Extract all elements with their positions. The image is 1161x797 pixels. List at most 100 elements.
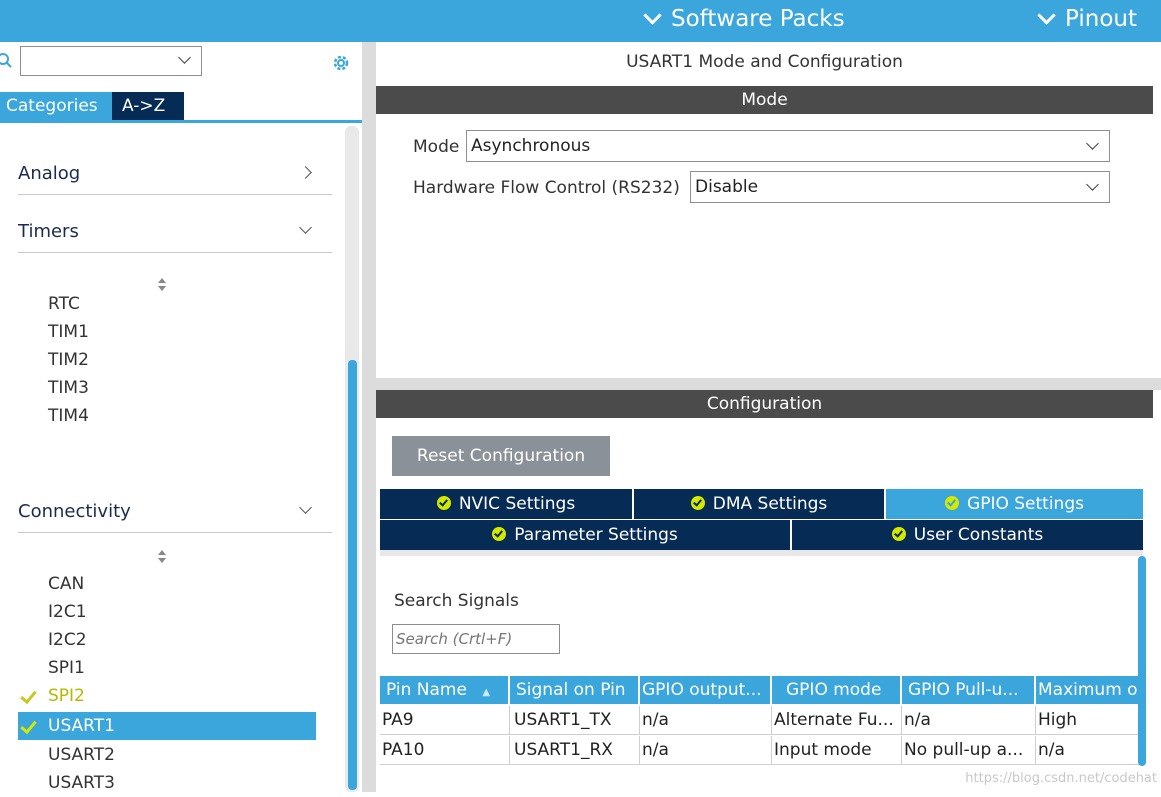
search-signals-label: Search Signals: [394, 591, 519, 611]
check-circle-icon: [690, 496, 705, 510]
tab-dma-settings[interactable]: DMA Settings: [634, 489, 886, 519]
left-category-panel: Categories A->Z Analog Timers RTC TIM1 T…: [0, 42, 362, 793]
col-header-pin-name[interactable]: Pin Name ▲: [380, 676, 510, 704]
search-signals-input[interactable]: [392, 624, 560, 654]
timers-item-rtc[interactable]: RTC: [48, 290, 80, 318]
chevron-down-icon: [178, 51, 191, 64]
cell-pin-name: PA10: [380, 736, 510, 764]
sort-icon[interactable]: [157, 550, 167, 566]
chevron-down-icon: [643, 5, 662, 25]
search-icon[interactable]: [0, 52, 14, 70]
section-splitter[interactable]: [376, 378, 1161, 390]
checkmark-icon: [20, 716, 37, 735]
mode-select-value: Asynchronous: [471, 136, 591, 156]
top-menu-bar: Software Packs Pinout: [0, 0, 1161, 42]
category-analog-label: Analog: [18, 163, 81, 184]
connectivity-item-spi2[interactable]: SPI2: [18, 682, 85, 710]
col-header-gpio-output[interactable]: GPIO output...: [640, 676, 772, 704]
check-circle-icon: [492, 527, 507, 541]
cell-maximum: n/a: [1038, 740, 1065, 760]
cell-gpio-mode: Input mode: [772, 736, 902, 764]
cell-maximum: High: [1038, 710, 1078, 730]
cell-signal: USART1_RX: [510, 736, 640, 764]
configuration-header: Configuration: [376, 390, 1153, 418]
col-header-gpio-pull[interactable]: GPIO Pull-u...: [902, 676, 1036, 704]
tab-user-constants[interactable]: User Constants: [792, 520, 1143, 550]
tab-gpio-settings[interactable]: GPIO Settings: [886, 489, 1143, 519]
check-circle-icon: [891, 527, 906, 541]
sort-icon[interactable]: [157, 278, 167, 294]
tab-categories[interactable]: Categories: [0, 92, 112, 120]
category-timers-label: Timers: [18, 221, 79, 242]
software-packs-menu[interactable]: Software Packs: [643, 5, 845, 32]
panel-splitter[interactable]: [362, 42, 376, 792]
panel-title: USART1 Mode and Configuration: [626, 52, 903, 72]
cell-signal: USART1_TX: [510, 706, 640, 734]
category-timers[interactable]: Timers: [18, 212, 332, 253]
tab-underline: [0, 120, 362, 123]
tab-parameter-settings[interactable]: Parameter Settings: [380, 520, 792, 550]
check-circle-icon: [945, 496, 960, 510]
connectivity-item-spi1[interactable]: SPI1: [48, 654, 85, 682]
tab-a-to-z[interactable]: A->Z: [112, 92, 184, 120]
hwflow-select[interactable]: Disable: [690, 171, 1110, 203]
connectivity-item-spi2-label: SPI2: [48, 686, 85, 706]
hwflow-select-value: Disable: [695, 177, 759, 197]
connectivity-item-usart2[interactable]: USART2: [48, 741, 115, 769]
gpio-scrollbar-thumb[interactable]: [1138, 556, 1146, 766]
mode-select[interactable]: Asynchronous: [466, 130, 1110, 162]
reset-configuration-button[interactable]: Reset Configuration: [392, 436, 610, 476]
check-circle-icon: [436, 496, 451, 510]
sort-icon: ▲: [482, 687, 491, 698]
checkmark-icon: [20, 686, 37, 705]
col-header-signal-on-pin[interactable]: Signal on Pin: [510, 676, 640, 704]
timers-item-tim1[interactable]: TIM1: [48, 318, 89, 346]
software-packs-label: Software Packs: [671, 6, 845, 32]
cell-pin-name: PA9: [380, 706, 510, 734]
category-connectivity-label: Connectivity: [18, 501, 131, 522]
tab-strip-gap: [380, 550, 1143, 556]
chevron-down-icon: [1086, 178, 1099, 191]
chevron-down-icon: [1037, 5, 1056, 25]
tab-nvic-settings-label: NVIC Settings: [458, 494, 576, 514]
pinout-label: Pinout: [1065, 6, 1137, 32]
col-header-gpio-mode[interactable]: GPIO mode: [772, 676, 902, 704]
chevron-down-icon: [1086, 137, 1099, 150]
search-combo[interactable]: [20, 46, 202, 76]
col-header-pin-name-label: Pin Name: [386, 680, 467, 700]
chevron-down-icon: [299, 221, 312, 234]
watermark-text: https://blog.csdn.net/codehat: [965, 771, 1157, 786]
timers-item-tim2[interactable]: TIM2: [48, 346, 89, 374]
connectivity-item-usart1[interactable]: USART1: [18, 712, 316, 740]
gear-icon[interactable]: [330, 52, 352, 74]
mode-label: Mode: [413, 137, 460, 157]
connectivity-item-i2c1[interactable]: I2C1: [48, 598, 87, 626]
hwflow-label: Hardware Flow Control (RS232): [413, 178, 680, 198]
connectivity-item-i2c2[interactable]: I2C2: [48, 626, 87, 654]
category-analog[interactable]: Analog: [18, 154, 332, 195]
chevron-down-icon: [299, 501, 312, 514]
col-header-maximum[interactable]: Maximum o: [1036, 676, 1140, 704]
timers-item-tim3[interactable]: TIM3: [48, 374, 89, 402]
category-connectivity[interactable]: Connectivity: [18, 492, 332, 533]
cell-gpio-mode: Alternate Fu...: [772, 706, 902, 734]
tab-dma-settings-label: DMA Settings: [712, 494, 828, 514]
connectivity-item-can[interactable]: CAN: [48, 570, 84, 598]
mode-header: Mode: [376, 86, 1153, 114]
cell-gpio-output: n/a: [640, 736, 772, 764]
timers-item-tim4[interactable]: TIM4: [48, 402, 89, 430]
pinout-menu[interactable]: Pinout: [1037, 5, 1137, 32]
cell-gpio-output: n/a: [640, 706, 772, 734]
row-divider: [380, 764, 1140, 765]
chevron-right-icon: [299, 166, 312, 179]
tab-nvic-settings[interactable]: NVIC Settings: [380, 489, 634, 519]
connectivity-item-usart1-label: USART1: [48, 716, 115, 736]
tab-parameter-settings-label: Parameter Settings: [514, 525, 678, 545]
left-scrollbar-thumb[interactable]: [348, 360, 357, 790]
tab-gpio-settings-label: GPIO Settings: [967, 494, 1084, 514]
cell-gpio-pull: n/a: [902, 706, 1036, 734]
tab-user-constants-label: User Constants: [913, 525, 1044, 545]
row-divider: [380, 734, 1140, 735]
config-panel: USART1 Mode and Configuration Mode Mode …: [376, 42, 1161, 792]
connectivity-item-usart3[interactable]: USART3: [48, 769, 115, 797]
